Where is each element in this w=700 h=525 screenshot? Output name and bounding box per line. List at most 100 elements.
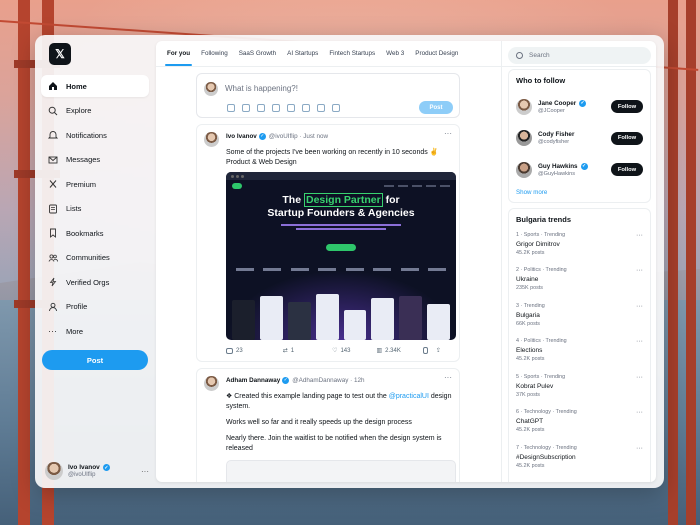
sidebar-item-profile[interactable]: Profile (41, 296, 149, 318)
tab-fintech-startups[interactable]: Fintech Startups (324, 41, 380, 66)
tab-web3[interactable]: Web 3 (381, 41, 409, 66)
share-button[interactable]: ⇪ (436, 347, 441, 354)
image-icon[interactable] (227, 104, 235, 112)
trend-item[interactable]: 1 · Sports · Trending Grigor Dimitrov 45… (516, 232, 643, 268)
bolt-icon (47, 277, 58, 288)
verified-badge-icon: ✓ (258, 132, 266, 140)
mention-link[interactable]: @practicalUI (389, 393, 429, 400)
italic-icon[interactable] (332, 104, 340, 112)
share-icon: ⇪ (435, 348, 441, 354)
who-name: Jane Cooper (538, 99, 577, 107)
gif-icon[interactable] (242, 104, 250, 112)
trend-item[interactable]: 4 · Politics · Trending Elections 45.2K … (516, 338, 643, 374)
trend-item[interactable]: 6 · Technology · Trending ChatGPT 45.2K … (516, 409, 643, 445)
more-icon[interactable]: ··· (444, 129, 452, 138)
more-icon[interactable]: ··· (636, 338, 643, 345)
post[interactable]: Adham Dannaway ✓ @AdhamDannaway · 12h ··… (196, 368, 460, 482)
post-button[interactable]: Post (42, 350, 148, 370)
avatar[interactable] (204, 132, 219, 147)
bookmark-button[interactable] (422, 347, 428, 354)
sidebar-item-label: Profile (66, 302, 88, 311)
sidebar-item-messages[interactable]: Messages (41, 149, 149, 171)
more-icon[interactable]: ··· (636, 409, 643, 416)
like-button[interactable]: ♡ 143 (332, 347, 350, 355)
verified-badge-icon: ✓ (580, 162, 588, 170)
post-time: · Just now (299, 132, 329, 140)
show-more-link[interactable]: Show more (516, 189, 643, 196)
compose-input[interactable]: What is happening?! (225, 84, 298, 93)
follow-button[interactable]: Follow (611, 163, 643, 177)
sidebar-item-communities[interactable]: Communities (41, 247, 149, 269)
post-text-line: ❖ Created this example landing page to t… (226, 392, 452, 412)
list-item[interactable]: Jane Cooper ✓ @JCooper Follow (516, 91, 643, 123)
avatar[interactable] (204, 376, 219, 391)
sidebar-item-notifications[interactable]: Notifications (41, 124, 149, 146)
sidebar-item-premium[interactable]: Premium (41, 173, 149, 195)
more-icon[interactable]: ··· (636, 267, 643, 274)
verified-badge-icon: ✓ (282, 376, 290, 384)
x-logo-icon[interactable]: 𝕏 (49, 43, 71, 65)
reply-button[interactable]: 23 (226, 347, 243, 354)
more-icon[interactable]: ··· (636, 445, 643, 452)
follow-button[interactable]: Follow (611, 131, 643, 145)
location-icon[interactable] (302, 104, 310, 112)
tab-following[interactable]: Following (196, 41, 233, 66)
schedule-icon[interactable] (287, 104, 295, 112)
more-icon[interactable]: ··· (141, 467, 149, 476)
post[interactable]: Ivo Ivanov ✓ @ivoUIflip · Just now ··· S… (196, 124, 460, 362)
sidebar-item-home[interactable]: Home (41, 75, 149, 97)
trend-item[interactable]: 2 · Politics · Trending Ukraine 235K pos… (516, 267, 643, 303)
post-author[interactable]: Ivo Ivanov (226, 133, 257, 140)
sidebar-item-lists[interactable]: Lists (41, 198, 149, 220)
sidebar-item-more[interactable]: ··· More (41, 320, 149, 342)
more-icon[interactable]: ··· (636, 303, 643, 310)
sidebar-item-explore[interactable]: Explore (41, 100, 149, 122)
trend-count: 45.2K posts (516, 427, 545, 433)
tab-ai-startups[interactable]: AI Startups (282, 41, 323, 66)
site-nav (226, 180, 456, 192)
compose-post-button[interactable]: Post (419, 101, 453, 114)
composer-tools (227, 104, 340, 112)
avatar (516, 130, 532, 147)
views-button[interactable]: ▥ 2.34K (376, 347, 401, 355)
chart-icon: ▥ (376, 348, 383, 354)
account-switcher[interactable]: Ivo Ivanov ✓ @ivoUIflip ··· (45, 462, 149, 480)
sidebar-item-verified-orgs[interactable]: Verified Orgs (41, 271, 149, 293)
tab-saas-growth[interactable]: SaaS Growth (234, 41, 281, 66)
bridge-tower-left (18, 0, 30, 525)
trend-item[interactable]: 7 · Technology · Trending #DesignSubscri… (516, 445, 643, 481)
more-icon[interactable]: ··· (636, 374, 643, 381)
tab-for-you[interactable]: For you (162, 41, 195, 66)
sidebar-item-bookmarks[interactable]: Bookmarks (41, 222, 149, 244)
post-media-image[interactable]: The Design Partner for Startup Founders … (226, 172, 456, 340)
repost-button[interactable]: ⇄ 1 (283, 347, 295, 355)
who-name: Cody Fisher (538, 131, 575, 139)
follow-button[interactable]: Follow (611, 100, 643, 114)
bell-icon (47, 130, 58, 141)
view-count: 2.34K (385, 347, 401, 354)
profile-handle: @ivoUIflip (68, 472, 96, 478)
trend-count: 45.2K posts (516, 249, 545, 256)
trend-item[interactable]: 5 · Sports · Trending Kobrat Pulev 37K p… (516, 374, 643, 410)
list-item[interactable]: Cody Fisher @codyfisher Follow (516, 123, 643, 155)
trend-category: 5 · Sports · Trending (516, 373, 566, 380)
who-to-follow-title: Who to follow (516, 76, 566, 85)
more-icon[interactable]: ··· (444, 373, 452, 382)
post-author[interactable]: Adham Dannaway (226, 377, 280, 384)
sidebar-item-label: Explore (66, 106, 92, 115)
trend-item[interactable]: 3 · Trending Bulgaria 66K posts ··· (516, 303, 643, 339)
search-input[interactable]: Search (508, 47, 651, 64)
list-item[interactable]: Guy Hawkins ✓ @GuyHawkins Follow (516, 154, 643, 186)
post-media-image[interactable] (226, 460, 456, 482)
more-icon[interactable]: ··· (636, 232, 643, 239)
post-text-line: Nearly there. Join the waitlist to be no… (226, 435, 442, 452)
x-icon (47, 179, 58, 190)
poll-icon[interactable] (257, 104, 265, 112)
tab-product-design[interactable]: Product Design (410, 41, 463, 66)
emoji-icon[interactable] (272, 104, 280, 112)
bold-icon[interactable] (317, 104, 325, 112)
sidebar-item-label: Bookmarks (66, 228, 104, 238)
repost-count: 1 (290, 347, 295, 354)
media-subtitle (266, 222, 416, 236)
bookmark-icon (422, 347, 428, 354)
